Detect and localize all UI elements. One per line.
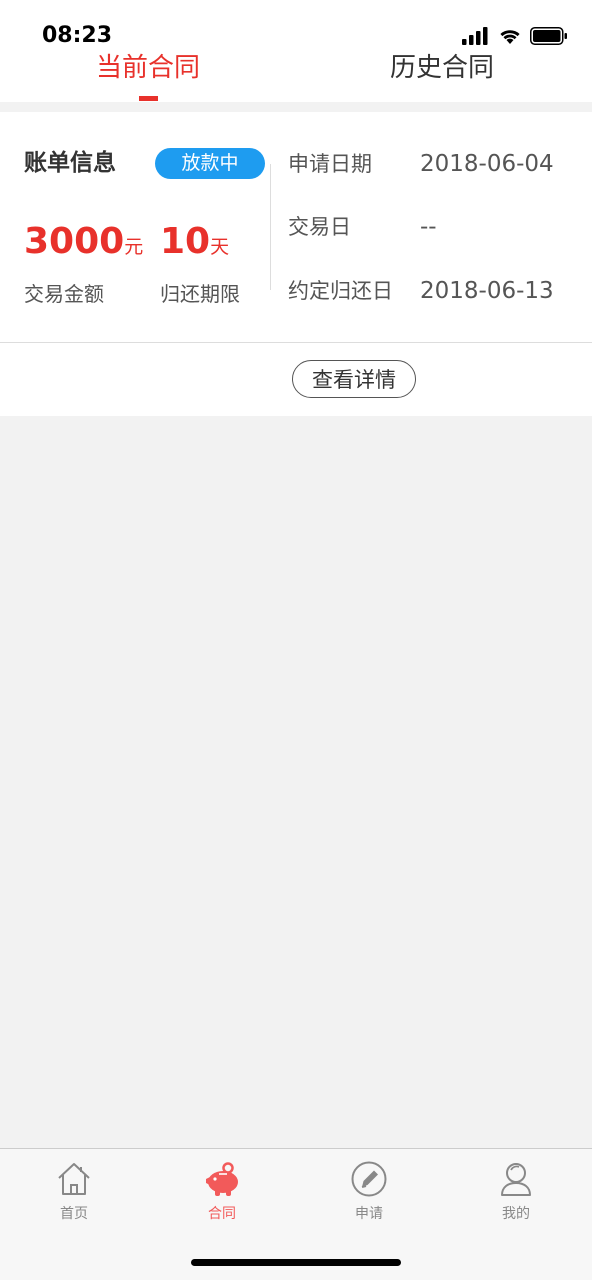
signal-icon: [462, 27, 488, 45]
repay-term-unit: 天: [210, 236, 230, 258]
trade-amount: 3000元: [24, 220, 143, 269]
battery-icon: [530, 27, 567, 45]
vertical-divider: [270, 164, 271, 290]
due-date-row: 约定归还日 2018-06-13: [288, 275, 578, 307]
tabbar-item-contract[interactable]: 合同: [172, 1159, 272, 1231]
contract-tabs: 当前合同 历史合同: [0, 48, 592, 102]
due-date-value: 2018-06-13: [420, 278, 554, 304]
status-time: 08:23: [42, 23, 113, 48]
repay-term-label: 归还期限: [160, 282, 240, 306]
trade-amount-value: 3000: [24, 221, 125, 262]
status-bar: 08:23: [0, 0, 592, 48]
tabbar-label-home: 首页: [60, 1206, 88, 1222]
contract-screen: 08:23 当前合同 历史合同 账单信息 放款中 3000元 10天 交易金额 …: [0, 0, 592, 1280]
tab-history-contract[interactable]: 历史合同: [342, 48, 542, 102]
tabbar-item-mine[interactable]: 我的: [466, 1159, 566, 1231]
tabbar-item-home[interactable]: 首页: [24, 1159, 124, 1231]
bill-card: 账单信息 放款中 3000元 10天 交易金额 归还期限 申请日期 2018-0…: [0, 112, 592, 342]
trade-date-label: 交易日: [288, 215, 351, 239]
view-details-button[interactable]: 查看详情: [292, 360, 416, 398]
trade-date-row: 交易日 --: [288, 211, 578, 243]
repay-term: 10天: [160, 220, 229, 269]
home-indicator: [191, 1259, 401, 1266]
home-icon: [58, 1163, 90, 1195]
piggy-bank-icon: [206, 1162, 238, 1196]
active-tab-indicator: [139, 96, 158, 101]
tabbar-label-mine: 我的: [502, 1206, 530, 1222]
apply-date-row: 申请日期 2018-06-04: [288, 148, 578, 180]
detail-area: 查看详情: [0, 343, 592, 416]
status-badge: 放款中: [155, 148, 265, 179]
tabbar-label-contract: 合同: [208, 1206, 236, 1222]
pencil-icon: [351, 1161, 387, 1197]
bill-title: 账单信息: [24, 150, 116, 176]
due-date-label: 约定归还日: [288, 279, 393, 303]
wifi-icon: [500, 30, 520, 44]
trade-amount-label: 交易金额: [24, 282, 104, 306]
tabbar-item-apply[interactable]: 申请: [319, 1159, 419, 1231]
user-icon: [501, 1163, 531, 1196]
tabbar-label-apply: 申请: [355, 1206, 383, 1222]
apply-date-label: 申请日期: [288, 152, 372, 176]
status-icons: [462, 26, 568, 46]
apply-date-value: 2018-06-04: [420, 151, 554, 177]
tab-current-contract[interactable]: 当前合同: [48, 48, 248, 102]
trade-amount-unit: 元: [124, 236, 144, 258]
repay-term-value: 10: [160, 221, 211, 262]
trade-date-value: --: [420, 214, 437, 240]
